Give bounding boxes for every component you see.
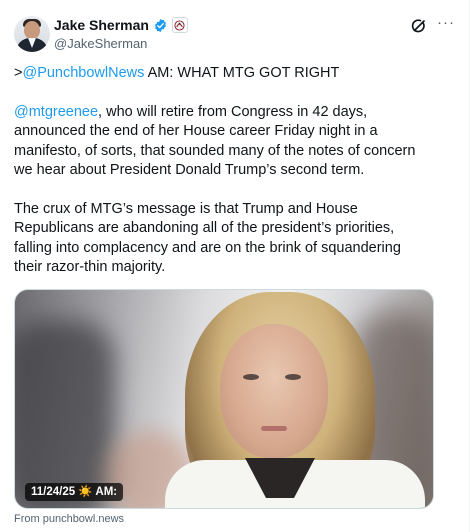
- mention-mtgreenee-link[interactable]: @mtgreenee: [14, 104, 98, 120]
- background-figure-left: [15, 320, 115, 508]
- verified-badge-icon[interactable]: [153, 18, 168, 33]
- author-display-name[interactable]: Jake Sherman: [54, 17, 149, 33]
- grok-icon[interactable]: [409, 16, 429, 36]
- tweet-text: >@PunchbowlNews AM: WHAT MTG GOT RIGHT @…: [14, 64, 432, 297]
- subject-mouth: [261, 426, 287, 431]
- tweet-paragraph-2: @mtgreenee, who will retire from Congres…: [14, 103, 432, 181]
- avatar[interactable]: [14, 16, 50, 52]
- subject-eye-right: [285, 374, 301, 380]
- avatar-face: [24, 21, 40, 39]
- more-options-icon[interactable]: ···: [437, 15, 455, 34]
- name-row: Jake Sherman: [54, 16, 188, 34]
- headline-text: AM: WHAT MTG GOT RIGHT: [144, 65, 340, 81]
- author-block: Jake Sherman @JakeSherman: [54, 16, 188, 51]
- affiliation-logo-icon: [174, 19, 185, 31]
- media-image[interactable]: [14, 289, 434, 509]
- subject-eye-left: [243, 374, 259, 380]
- media-date-badge: 11/24/25 ☀️ AM:: [25, 483, 124, 501]
- tweet-paragraph-3: The crux of MTG’s message is that Trump …: [14, 200, 401, 276]
- link-source[interactable]: From punchbowl.news: [14, 513, 124, 525]
- tweet-card: Jake Sherman @JakeSherman ··· >@Punchbow…: [0, 0, 470, 532]
- subject-face: [220, 324, 328, 458]
- author-handle[interactable]: @JakeSherman: [54, 36, 188, 51]
- mention-punchbowlnews-link[interactable]: @PunchbowlNews: [22, 65, 144, 81]
- affiliation-icon[interactable]: [171, 17, 188, 33]
- tweet-header: Jake Sherman @JakeSherman ···: [14, 14, 455, 54]
- tweet-line-1: >@PunchbowlNews AM: WHAT MTG GOT RIGHT: [14, 64, 432, 83]
